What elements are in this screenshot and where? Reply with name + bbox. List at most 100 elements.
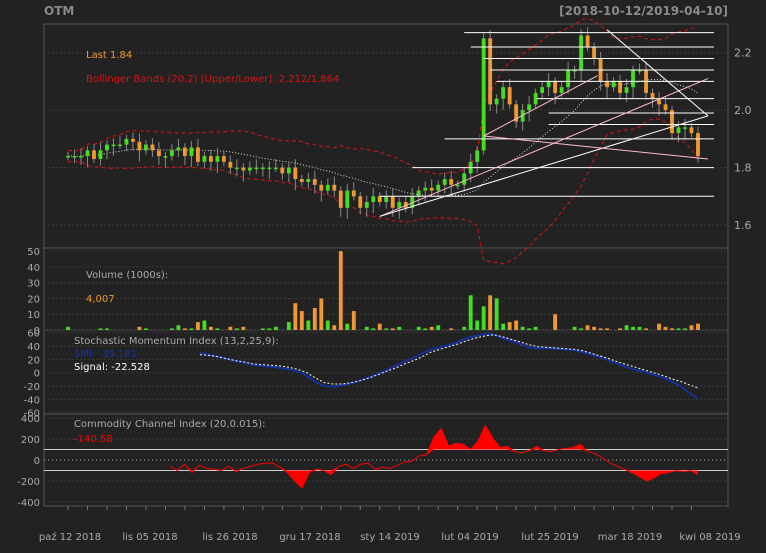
candle-body (286, 167, 291, 174)
candle-body (689, 127, 694, 134)
volume-bar (397, 326, 402, 330)
candle-body (455, 184, 460, 187)
volume-bar (468, 295, 473, 330)
candle-body (696, 133, 700, 157)
volume-bar (105, 328, 109, 330)
volume-bar (169, 328, 174, 330)
candle-body (390, 196, 395, 208)
volume-bar (98, 328, 103, 330)
x-tick-label: lut 25 2019 (521, 532, 579, 543)
volume-bar (202, 320, 207, 330)
cci-tick-label: 400 (21, 414, 40, 425)
candle-body (247, 167, 252, 171)
volume-bar (234, 328, 239, 330)
candle-body (118, 144, 122, 147)
candle-body (507, 87, 512, 105)
volume-bar (306, 320, 311, 330)
volume-bar (189, 328, 194, 330)
volume-bar (572, 326, 577, 330)
last-price-annotation: Last 1.84 (86, 50, 132, 61)
cci-last-value: -140.58 (74, 434, 113, 445)
candle-body (579, 35, 584, 70)
candle-body (228, 161, 233, 168)
candle-body (98, 150, 103, 159)
candle-body (475, 150, 480, 162)
x-tick-label: lis 26 2018 (202, 532, 257, 543)
candle-body (462, 173, 467, 185)
volume-bar (423, 328, 428, 330)
candle-body (293, 167, 298, 180)
date-range-label: [2018-10-12/2019-04-10] (559, 4, 728, 18)
volume-bar (618, 328, 622, 330)
candle-body (241, 167, 246, 171)
smi-tick-label: -20 (24, 382, 40, 393)
candle-body (79, 156, 83, 158)
volume-bar (228, 326, 233, 330)
candle-body (618, 81, 622, 93)
volume-bar (319, 298, 324, 330)
volume-tick-label: 30 (27, 279, 40, 290)
candle-body (546, 81, 551, 88)
candle-body (150, 144, 155, 151)
candle-body (650, 92, 655, 99)
candle-body (137, 141, 142, 151)
candle-body (488, 38, 493, 105)
candle-body (384, 196, 389, 203)
volume-bar (377, 323, 382, 330)
candle-body (273, 167, 278, 170)
candle-body (267, 167, 272, 170)
volume-bar (345, 323, 350, 330)
candle-body (585, 35, 590, 47)
candle-body (215, 156, 220, 162)
volume-bar (585, 325, 590, 330)
smi-tick-label: 0 (34, 369, 40, 380)
candle-body (377, 196, 382, 203)
candle-body (566, 69, 571, 88)
candle-body (501, 87, 506, 99)
volume-bar (592, 326, 597, 330)
volume-bar (598, 328, 603, 330)
volume-bar (371, 328, 376, 330)
cci-tick-label: 200 (21, 435, 40, 446)
candle-body (85, 150, 90, 157)
volume-bar (553, 314, 558, 330)
candle-body (429, 187, 434, 191)
volume-bar (144, 328, 148, 330)
candle-body (527, 104, 532, 111)
volume-bar (436, 325, 441, 330)
candle-body (364, 202, 369, 208)
volume-bar (241, 326, 246, 330)
volume-tick-label: 40 (27, 263, 40, 274)
volume-bar (514, 320, 519, 330)
candle-body (92, 150, 96, 159)
x-tick-label: kwi 08 2019 (679, 532, 740, 543)
candle-body (195, 147, 200, 162)
volume-bar (429, 326, 434, 330)
volume-bar (488, 295, 493, 330)
volume-bar (312, 307, 317, 330)
volume-bar (507, 322, 512, 330)
candle-body (202, 156, 207, 162)
volume-bar (689, 325, 694, 330)
volume-bar (520, 326, 525, 330)
candle-body (676, 127, 681, 134)
candle-body (670, 110, 674, 134)
volume-bar (475, 320, 480, 330)
candle-body (416, 190, 421, 197)
candle-body (436, 184, 441, 191)
candle-body (338, 190, 343, 208)
candle-body (494, 98, 499, 105)
volume-bar (351, 311, 356, 330)
candle-body (371, 196, 376, 203)
candle-body (156, 150, 161, 157)
candle-body (592, 46, 597, 59)
smi-tick-label: 40 (27, 342, 40, 353)
volume-bar (390, 328, 395, 330)
candle-body (442, 179, 447, 185)
volume-bar (195, 322, 200, 330)
candle-body (481, 38, 486, 151)
price-tick-label: 2.2 (734, 47, 752, 60)
candle-body (345, 190, 350, 208)
volume-tick-label: 50 (27, 247, 40, 258)
volume-bar (208, 326, 213, 330)
